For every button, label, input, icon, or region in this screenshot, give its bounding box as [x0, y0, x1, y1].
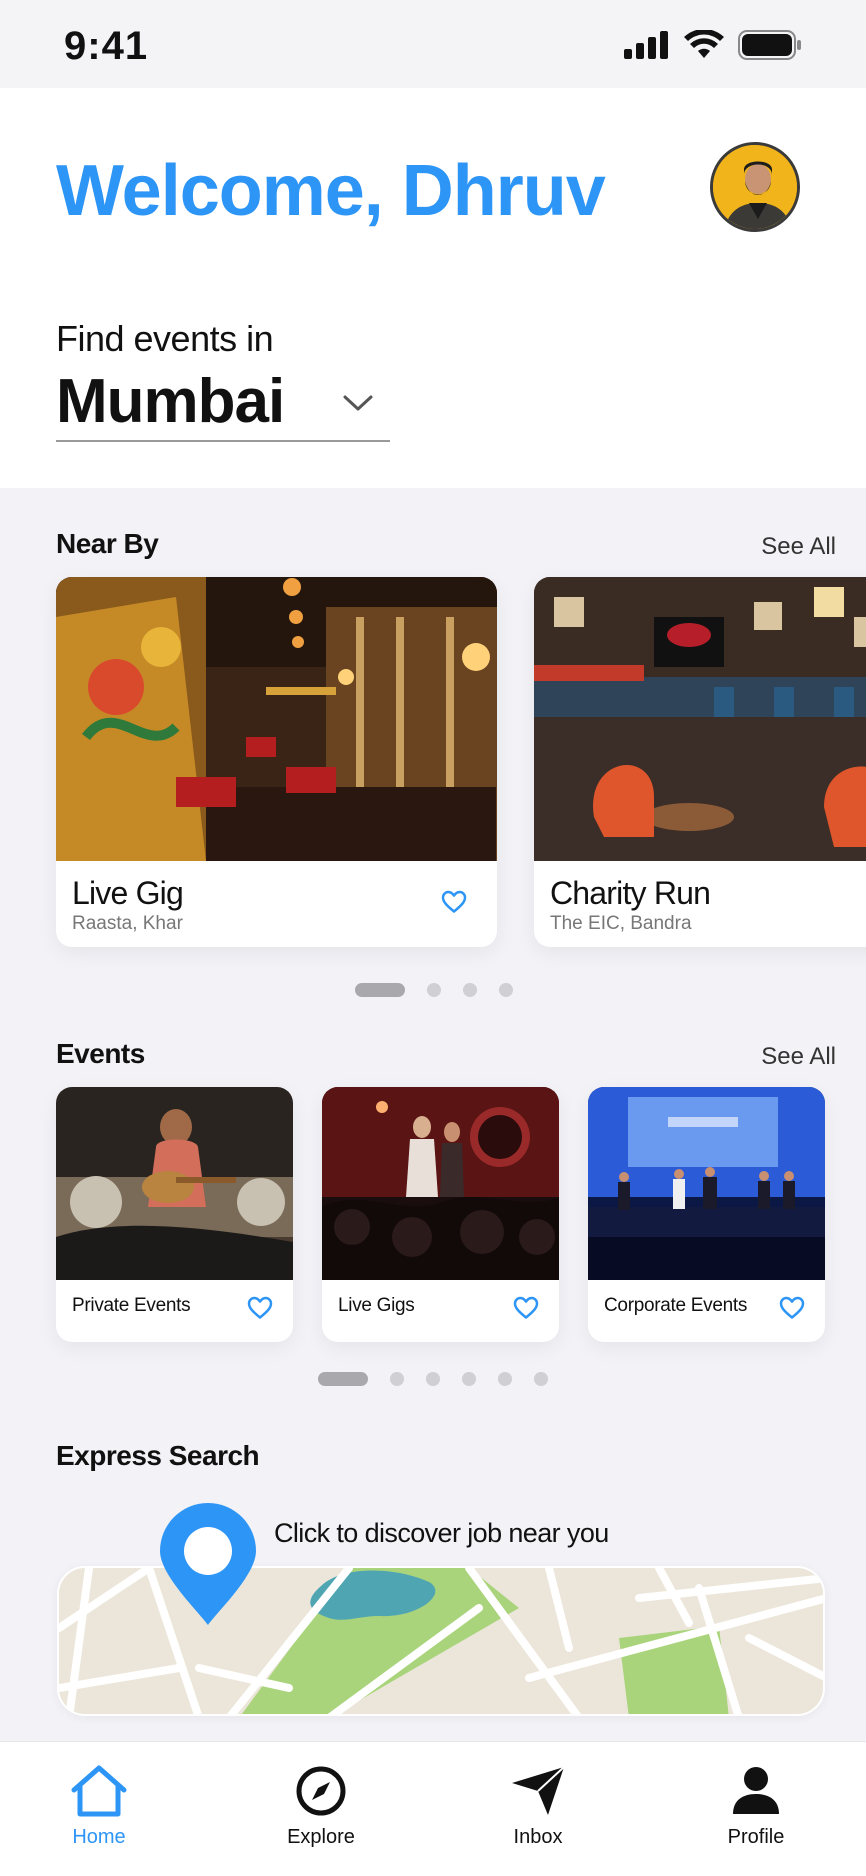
status-icons: [624, 30, 802, 60]
tab-inbox[interactable]: Inbox: [458, 1762, 618, 1849]
nearby-card-location: Raasta, Khar: [72, 913, 183, 934]
heart-icon[interactable]: [779, 1296, 805, 1320]
nearby-card-title: Live Gig: [72, 875, 184, 911]
event-category-card[interactable]: Private Events: [56, 1087, 293, 1342]
nearby-card[interactable]: Charity Run The EIC, Bandra: [534, 577, 866, 947]
chevron-down-icon: [343, 395, 373, 411]
city-name: Mumbai: [56, 367, 285, 436]
tab-label: Profile: [727, 1826, 785, 1848]
events-title: Events: [56, 1038, 145, 1069]
pagination-dot[interactable]: [534, 1372, 548, 1386]
nearby-card-image: [56, 577, 497, 861]
find-events-label: Find events in: [56, 318, 274, 359]
welcome-heading: Welcome, Dhruv: [56, 151, 606, 231]
signal-icon: [624, 31, 668, 59]
person-icon: [733, 1767, 779, 1814]
status-bar: 9:41: [0, 0, 866, 88]
tab-bar: Home Explore Inbox Profile: [0, 1741, 866, 1876]
tab-profile[interactable]: Profile: [676, 1762, 836, 1849]
heart-icon[interactable]: [247, 1296, 273, 1320]
express-search-title: Express Search: [56, 1440, 260, 1471]
header: Welcome, Dhruv Find events in Mumbai: [0, 88, 866, 488]
heart-icon[interactable]: [513, 1296, 539, 1320]
pagination-dot[interactable]: [499, 983, 513, 997]
pagination-dot[interactable]: [426, 1372, 440, 1386]
status-time: 9:41: [64, 24, 149, 68]
compass-icon: [296, 1766, 346, 1816]
event-category-label: Live Gigs: [338, 1295, 415, 1316]
avatar-portrait: [713, 145, 797, 229]
tab-explore[interactable]: Explore: [241, 1762, 401, 1849]
send-icon: [512, 1766, 565, 1815]
nearby-pagination: [355, 983, 513, 997]
nearby-card[interactable]: Live Gig Raasta, Khar: [56, 577, 497, 947]
events-pagination: [318, 1372, 548, 1386]
pagination-dot[interactable]: [427, 983, 441, 997]
nearby-card-image: [534, 577, 866, 861]
pagination-dot[interactable]: [318, 1372, 368, 1386]
event-category-label: Private Events: [72, 1295, 191, 1316]
pagination-dot[interactable]: [390, 1372, 404, 1386]
home-icon: [71, 1765, 127, 1817]
nearby-title: Near By: [56, 528, 159, 559]
city-selector[interactable]: Mumbai: [56, 366, 390, 442]
pagination-dot[interactable]: [355, 983, 405, 997]
event-category-label: Corporate Events: [604, 1295, 748, 1316]
heart-icon[interactable]: [441, 890, 467, 914]
pagination-dot[interactable]: [462, 1372, 476, 1386]
event-card-image: [56, 1087, 293, 1280]
tab-label: Home: [72, 1826, 126, 1848]
tab-label: Inbox: [513, 1826, 563, 1848]
avatar[interactable]: [710, 142, 800, 232]
event-category-card[interactable]: Corporate Events: [588, 1087, 825, 1342]
tab-label: Explore: [287, 1826, 355, 1848]
nearby-card-title: Charity Run: [550, 875, 711, 911]
tab-home[interactable]: Home: [19, 1762, 179, 1849]
wifi-icon: [684, 30, 724, 58]
nearby-see-all-link[interactable]: See All: [761, 533, 836, 561]
event-category-card[interactable]: Live Gigs: [322, 1087, 559, 1342]
pagination-dot[interactable]: [463, 983, 477, 997]
location-pin-icon: [160, 1503, 256, 1625]
event-card-image: [588, 1087, 825, 1280]
pagination-dot[interactable]: [498, 1372, 512, 1386]
battery-icon: [738, 30, 801, 60]
events-see-all-link[interactable]: See All: [761, 1043, 836, 1071]
nearby-card-location: The EIC, Bandra: [550, 913, 692, 934]
event-card-image: [322, 1087, 559, 1280]
express-search-cta[interactable]: Click to discover job near you: [274, 1518, 609, 1549]
